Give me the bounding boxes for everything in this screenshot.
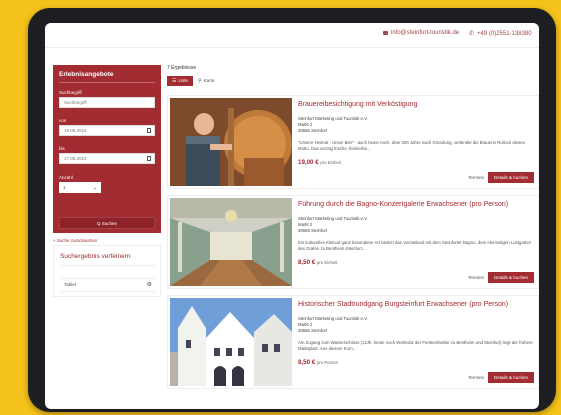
count-label: Anzahl [59, 175, 73, 180]
email-link[interactable]: info@steinfurt-touristik.de [383, 30, 459, 36]
search-button[interactable]: Q Suchen [59, 217, 155, 229]
card-description: Am Zugang zum Wasserschloss (12Jh. heute… [298, 340, 533, 351]
to-date-value: 17.09.2024 [64, 156, 87, 161]
screen: info@steinfurt-touristik.de ✆ +49 (0)255… [45, 23, 539, 409]
mail-icon [383, 31, 388, 35]
card-title[interactable]: Historischer Stadtrundgang Burgsteinfurt… [298, 301, 508, 308]
price-value: 19,00 € [298, 159, 319, 166]
address-line: 48565 Steinfurt [298, 227, 328, 233]
calendar-icon[interactable] [147, 128, 151, 133]
refine-filter-label: Tablet [64, 282, 77, 287]
refine-divider [60, 265, 156, 266]
to-label: bis [59, 146, 65, 151]
details-book-button[interactable]: Details & buchen [488, 172, 534, 183]
address-line: 48565 Steinfurt [298, 127, 328, 133]
view-toggle: ☰ Liste ⚲ Karte [167, 76, 220, 86]
top-bar: info@steinfurt-touristik.de ✆ +49 (0)255… [45, 23, 539, 48]
result-card: Brauereibesichtigung mit Verköstigung St… [167, 95, 539, 189]
from-label: von [59, 118, 67, 123]
reset-search-link[interactable]: » Suche zurücksetzen [53, 238, 97, 243]
count-select[interactable]: 1 ⌄ [59, 182, 101, 193]
result-card: Führung durch die Bagno-Konzertgalerie E… [167, 195, 539, 289]
address-line: Steinfurt Marketing und Touristik e.V. [298, 216, 368, 221]
details-book-button[interactable]: Details & buchen [488, 372, 534, 383]
from-date-input[interactable]: 19.09.2024 [59, 125, 155, 136]
from-date-value: 19.09.2024 [64, 128, 87, 133]
email-text: info@steinfurt-touristik.de [391, 30, 460, 36]
card-title[interactable]: Brauereibesichtigung mit Verköstigung [298, 101, 417, 108]
price-unit: pro Einheit [316, 260, 338, 265]
brewery-photo[interactable] [170, 98, 292, 186]
card-address: Steinfurt Marketing und Touristik e.V. M… [298, 216, 368, 233]
card-description: "Unsere Heimat - Unser Bier" - auch heut… [298, 140, 525, 151]
price-unit: pro Einheit [320, 160, 341, 165]
refine-panel: Suchergebnis verfeinern Tablet ⚙ [53, 245, 161, 297]
search-sidebar: Erlebnisangebote Suchbegriff Suchbegriff… [53, 65, 161, 233]
card-price: 8,50 € pro Person [298, 359, 338, 366]
search-input[interactable]: Suchbegriff [59, 97, 155, 108]
card-title[interactable]: Führung durch die Bagno-Konzertgalerie E… [298, 201, 508, 208]
refine-title: Suchergebnis verfeinern [60, 253, 131, 260]
tab-map[interactable]: ⚲ Karte [193, 76, 220, 86]
chevron-down-icon: ⌄ [92, 185, 97, 191]
phone-icon: ✆ [469, 31, 475, 37]
map-pin-icon: ⚲ [198, 78, 202, 84]
termine-link[interactable]: Termine [468, 375, 484, 380]
old-town-photo[interactable] [170, 298, 292, 386]
tab-list-label: Liste [178, 78, 188, 83]
card-price: 8,50 € pro Einheit [298, 259, 337, 266]
card-description: Ein kulturelles Kleinod ganz besonderer … [298, 240, 532, 251]
address-line: Steinfurt Marketing und Touristik e.V. [298, 316, 368, 321]
address-line: 48565 Steinfurt [298, 327, 328, 333]
price-value: 8,50 € [298, 259, 316, 266]
tablet-frame: info@steinfurt-touristik.de ✆ +49 (0)255… [28, 8, 556, 412]
phone-link[interactable]: ✆ +49 (0)2551-138380 [469, 30, 532, 38]
phone-text: +49 (0)2551-138380 [477, 30, 532, 37]
tab-list[interactable]: ☰ Liste [167, 76, 193, 86]
termine-link[interactable]: Termine [468, 275, 484, 280]
price-value: 8,50 € [298, 359, 316, 366]
card-price: 19,00 € pro Einheit [298, 159, 341, 166]
details-book-button[interactable]: Details & buchen [488, 272, 534, 283]
card-address: Steinfurt Marketing und Touristik e.V. M… [298, 116, 368, 133]
address-line: Steinfurt Marketing und Touristik e.V. [298, 116, 368, 121]
termine-link[interactable]: Termine [468, 175, 484, 180]
results-count: 7 Ergebnisse [167, 65, 197, 71]
to-date-input[interactable]: 17.09.2024 [59, 153, 155, 164]
sidebar-divider [59, 82, 155, 83]
refine-filter-row[interactable]: Tablet ⚙ [60, 278, 156, 292]
card-address: Steinfurt Marketing und Touristik e.V. M… [298, 316, 368, 333]
calendar-icon[interactable] [147, 156, 151, 161]
concert-gallery-photo[interactable] [170, 198, 292, 286]
price-unit: pro Person [316, 360, 338, 365]
sidebar-title: Erlebnisangebote [59, 71, 114, 78]
result-card: Historischer Stadtrundgang Burgsteinfurt… [167, 295, 539, 389]
search-placeholder: Suchbegriff [64, 100, 87, 105]
tab-map-label: Karte [203, 78, 215, 83]
search-label: Suchbegriff [59, 90, 82, 95]
gear-icon[interactable]: ⚙ [147, 281, 152, 288]
count-value: 1 [63, 185, 66, 190]
list-icon: ☰ [172, 78, 177, 84]
